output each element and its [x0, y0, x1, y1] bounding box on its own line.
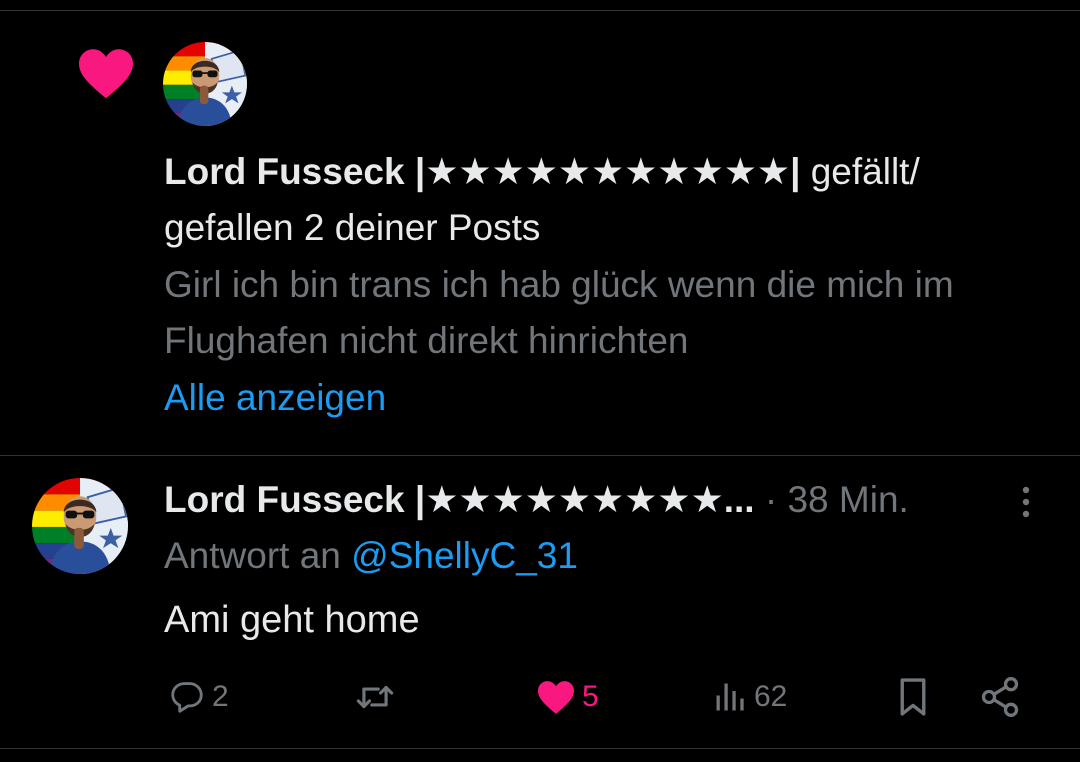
notification-post-preview[interactable]: Girl ich bin trans ich hab glück wenn di… — [164, 257, 1044, 369]
views-count: 62 — [754, 680, 788, 713]
more-options-icon[interactable] — [1010, 482, 1042, 522]
retweet-icon — [356, 685, 394, 709]
views-button[interactable]: 62 — [712, 672, 787, 722]
bookmark-button[interactable] — [894, 672, 932, 722]
notification-text: Lord Fusseck |★★★★★★★★★★★| gefällt/ gefa… — [164, 144, 1044, 256]
reply-mention-link[interactable]: @ShellyC_31 — [351, 535, 578, 576]
show-all-link[interactable]: Alle anzeigen — [164, 370, 386, 426]
views-icon — [716, 683, 744, 711]
heart-icon — [538, 681, 574, 714]
avatar[interactable] — [32, 478, 128, 574]
tweet-header: Lord Fusseck |★★★★★★★★★... · 38 Min. — [164, 472, 984, 528]
like-button[interactable]: 5 — [536, 672, 599, 722]
reply-count: 2 — [212, 680, 229, 713]
reply-context: Antwort an @ShellyC_31 — [164, 528, 578, 584]
tweet-user-name[interactable]: Lord Fusseck |★★★★★★★★★... — [164, 479, 755, 520]
heart-icon — [79, 49, 133, 99]
retweet-button[interactable] — [354, 672, 402, 722]
notifications-page: Lord Fusseck |★★★★★★★★★★★| gefällt/ gefa… — [0, 0, 1080, 762]
reply-button[interactable]: 2 — [168, 672, 229, 722]
notification-user-name[interactable]: Lord Fusseck |★★★★★★★★★★★| — [164, 151, 800, 192]
bottom-divider — [0, 748, 1080, 749]
top-divider — [0, 10, 1080, 11]
like-count: 5 — [582, 680, 599, 713]
divider — [0, 455, 1080, 456]
reply-icon — [171, 682, 203, 713]
reply-prefix: Antwort an — [164, 535, 352, 576]
share-button[interactable] — [978, 672, 1022, 722]
tweet-separator: · — [754, 479, 788, 520]
tweet-timestamp[interactable]: 38 Min. — [787, 479, 908, 520]
bookmark-icon — [900, 678, 926, 716]
avatar[interactable] — [163, 42, 247, 126]
tweet-text: Ami geht home — [164, 599, 420, 641]
share-icon — [981, 677, 1019, 717]
